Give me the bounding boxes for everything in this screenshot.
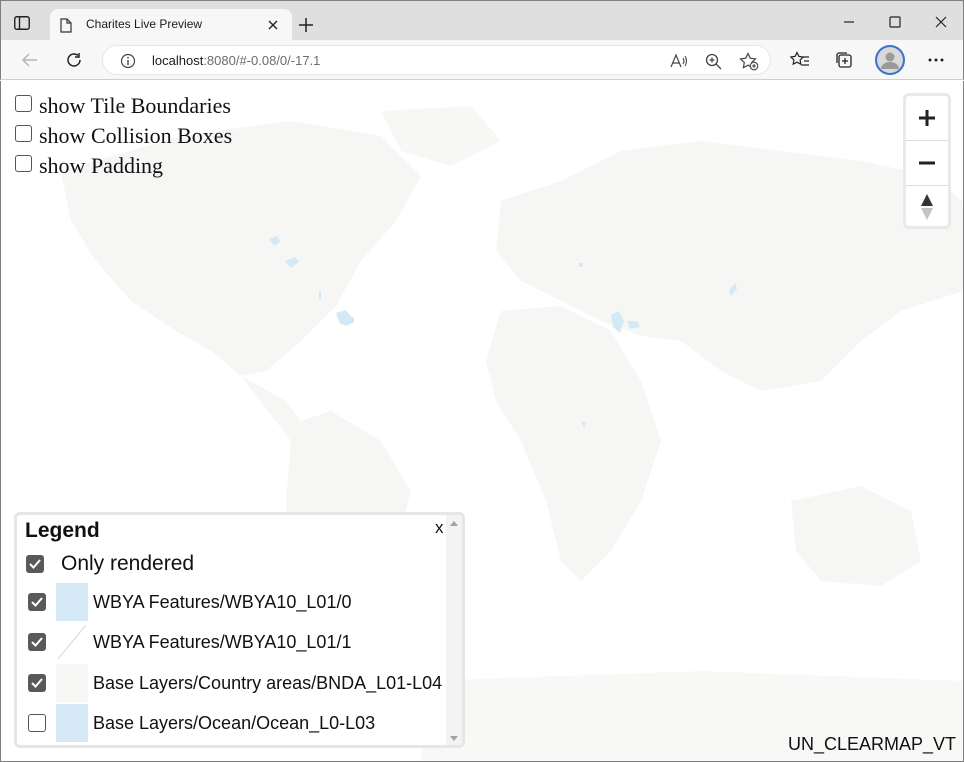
maximize-icon[interactable]	[885, 13, 905, 31]
map-attribution: UN_CLEARMAP_VT	[788, 734, 957, 754]
debug-option-tile-boundaries[interactable]: show Tile Boundaries	[15, 91, 232, 121]
checkmark-icon	[31, 637, 43, 647]
legend-fill-swatch	[56, 704, 88, 742]
compass-icon	[921, 193, 933, 220]
checkmark-icon	[31, 678, 43, 688]
profile-avatar[interactable]	[875, 45, 905, 75]
sidebar-toggle-icon[interactable]	[12, 13, 32, 33]
legend-item-checkbox[interactable]	[28, 593, 46, 611]
legend-item-label: WBYA Features/WBYA10_L01/1	[93, 631, 352, 652]
legend-item-checkbox[interactable]	[28, 633, 46, 651]
collision-boxes-label[interactable]: show Collision Boxes	[39, 123, 232, 149]
browser-tab[interactable]: Charites Live Preview	[50, 9, 292, 41]
refresh-icon[interactable]	[63, 49, 85, 71]
legend-fill-swatch	[56, 664, 88, 702]
url-text: localhost:8080/#-0.08/0/-17.1	[152, 53, 320, 68]
browser-titlebar: Charites Live Preview	[0, 0, 964, 41]
debug-options: show Tile Boundaries show Collision Boxe…	[15, 91, 232, 181]
legend-item-label: Base Layers/Ocean/Ocean_L0-L03	[93, 712, 376, 733]
new-tab-icon[interactable]	[297, 16, 315, 34]
add-favorite-icon[interactable]	[739, 51, 759, 71]
collision-boxes-checkbox[interactable]	[15, 124, 32, 142]
legend-item[interactable]: Base Layers/Country areas/BNDA_L01-L04	[28, 663, 442, 703]
url-path: :8080/#-0.08/0/-17.1	[203, 53, 321, 68]
map-navigation-control	[903, 93, 951, 229]
only-rendered-checkbox[interactable]	[26, 555, 44, 573]
favorites-icon[interactable]	[789, 49, 811, 71]
legend-item-checkbox[interactable]	[28, 674, 46, 692]
legend-panel: Legend x Only rendered WBYA Features/WBY…	[14, 512, 465, 748]
minimize-icon[interactable]	[839, 13, 859, 31]
debug-option-padding[interactable]: show Padding	[15, 151, 232, 181]
legend-fill-swatch	[56, 583, 88, 621]
browser-toolbar: localhost:8080/#-0.08/0/-17.1	[0, 40, 964, 80]
site-info-icon[interactable]	[120, 53, 136, 74]
map-page: show Tile Boundaries show Collision Boxe…	[0, 81, 964, 762]
legend-item[interactable]: Base Layers/Ocean/Ocean_L0-L03	[28, 703, 375, 743]
padding-checkbox[interactable]	[15, 154, 32, 172]
close-tab-icon[interactable]	[266, 18, 280, 32]
page-icon	[60, 18, 72, 38]
checkmark-icon	[29, 559, 41, 569]
only-rendered-toggle[interactable]: Only rendered	[26, 552, 194, 576]
legend-line-swatch	[56, 623, 88, 661]
debug-option-collision-boxes[interactable]: show Collision Boxes	[15, 121, 232, 151]
tile-boundaries-label[interactable]: show Tile Boundaries	[39, 93, 231, 119]
legend-scrollbar[interactable]	[446, 515, 462, 745]
scroll-down-icon[interactable]	[450, 736, 458, 741]
reset-bearing-button[interactable]	[906, 185, 948, 228]
zoom-in-button[interactable]	[906, 96, 948, 139]
zoom-out-button[interactable]	[906, 141, 948, 184]
legend-close-button[interactable]: x	[435, 518, 444, 538]
legend-item-checkbox[interactable]	[28, 714, 46, 732]
legend-item[interactable]: WBYA Features/WBYA10_L01/1	[28, 622, 351, 662]
only-rendered-label: Only rendered	[61, 552, 195, 575]
checkmark-icon	[31, 597, 43, 607]
legend-item-label: Base Layers/Country areas/BNDA_L01-L04	[93, 672, 443, 693]
tile-boundaries-checkbox[interactable]	[15, 94, 32, 112]
read-aloud-icon[interactable]	[669, 51, 689, 71]
scroll-up-icon[interactable]	[450, 521, 458, 526]
collections-icon[interactable]	[833, 49, 855, 71]
close-window-icon[interactable]	[931, 13, 951, 31]
padding-label[interactable]: show Padding	[39, 153, 163, 179]
more-options-icon[interactable]	[925, 49, 947, 71]
tab-title: Charites Live Preview	[86, 17, 203, 31]
back-icon[interactable]	[19, 49, 41, 71]
address-bar[interactable]: localhost:8080/#-0.08/0/-17.1	[102, 45, 771, 75]
plus-icon	[919, 109, 935, 126]
legend-item[interactable]: WBYA Features/WBYA10_L01/0	[28, 582, 351, 622]
legend-item-label: WBYA Features/WBYA10_L01/0	[93, 591, 352, 612]
zoom-icon[interactable]	[703, 51, 723, 71]
legend-title: Legend	[25, 519, 100, 542]
url-host: localhost	[152, 53, 204, 68]
minus-icon	[919, 161, 935, 164]
